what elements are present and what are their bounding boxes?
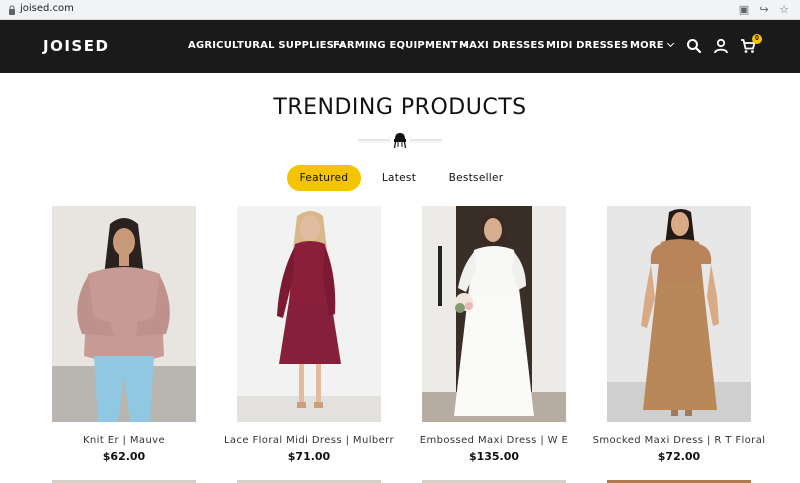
- product-name[interactable]: Lace Floral Midi Dress | Mulberr: [207, 435, 411, 446]
- nav-farming-equipment[interactable]: FARMING EQUIPMENT: [333, 39, 468, 51]
- lock-icon: [9, 5, 15, 15]
- nav-label: MIDI DRESSES: [546, 40, 629, 51]
- site-logo[interactable]: JOISED: [43, 37, 109, 55]
- nav-maxi-dresses[interactable]: MAXI DRESSES: [459, 40, 545, 51]
- url-text[interactable]: joised.com: [20, 3, 74, 14]
- title-divider-chair-icon: [358, 133, 442, 149]
- product-card[interactable]: Knit Er | Mauve $62.00: [52, 206, 196, 463]
- cart-count-badge: 0: [752, 34, 762, 44]
- nav-more[interactable]: MORE: [630, 39, 674, 51]
- star-icon[interactable]: ☆: [776, 2, 792, 18]
- product-image[interactable]: [52, 206, 196, 422]
- tab-bestseller[interactable]: Bestseller: [441, 165, 511, 191]
- site-header: JOISED AGRICULTURAL SUPPLIES FARMING EQU…: [0, 20, 800, 73]
- section-title: TRENDING PRODUCTS: [273, 95, 527, 120]
- product-image[interactable]: [237, 206, 381, 422]
- nav-midi-dresses[interactable]: MIDI DRESSES: [546, 40, 628, 51]
- product-image[interactable]: [422, 206, 566, 422]
- chevron-down-icon: [666, 39, 674, 48]
- product-name[interactable]: Smocked Maxi Dress | R T Floral: [577, 435, 781, 446]
- product-card[interactable]: Smocked Maxi Dress | R T Floral $72.00: [593, 206, 765, 463]
- product-price: $135.00: [468, 450, 520, 463]
- product-card[interactable]: Lace Floral Midi Dress | Mulberr $71.00: [224, 206, 394, 463]
- nav-agricultural-supplies[interactable]: AGRICULTURAL SUPPLIES: [188, 39, 345, 51]
- product-image[interactable]: [607, 206, 751, 422]
- product-name[interactable]: Knit Er | Mauve: [22, 435, 226, 446]
- nav-label: MAXI DRESSES: [459, 40, 545, 51]
- product-card[interactable]: Embossed Maxi Dress | W E $135.00: [420, 206, 568, 463]
- product-price: $71.00: [287, 450, 331, 463]
- nav-label: MORE: [630, 40, 664, 51]
- nav-label: FARMING EQUIPMENT: [333, 40, 458, 51]
- tab-latest[interactable]: Latest: [373, 165, 425, 191]
- nav-label: AGRICULTURAL SUPPLIES: [188, 40, 335, 51]
- product-name[interactable]: Embossed Maxi Dress | W E: [392, 435, 596, 446]
- share-icon[interactable]: ↪: [756, 2, 772, 18]
- browser-address-bar: joised.com ▣ ↪ ☆: [0, 0, 800, 20]
- product-price: $72.00: [657, 450, 701, 463]
- product-price: $62.00: [102, 450, 146, 463]
- account-icon[interactable]: [713, 38, 729, 54]
- translate-icon[interactable]: ▣: [736, 2, 752, 18]
- tab-featured[interactable]: Featured: [287, 165, 361, 191]
- search-icon[interactable]: [686, 38, 702, 54]
